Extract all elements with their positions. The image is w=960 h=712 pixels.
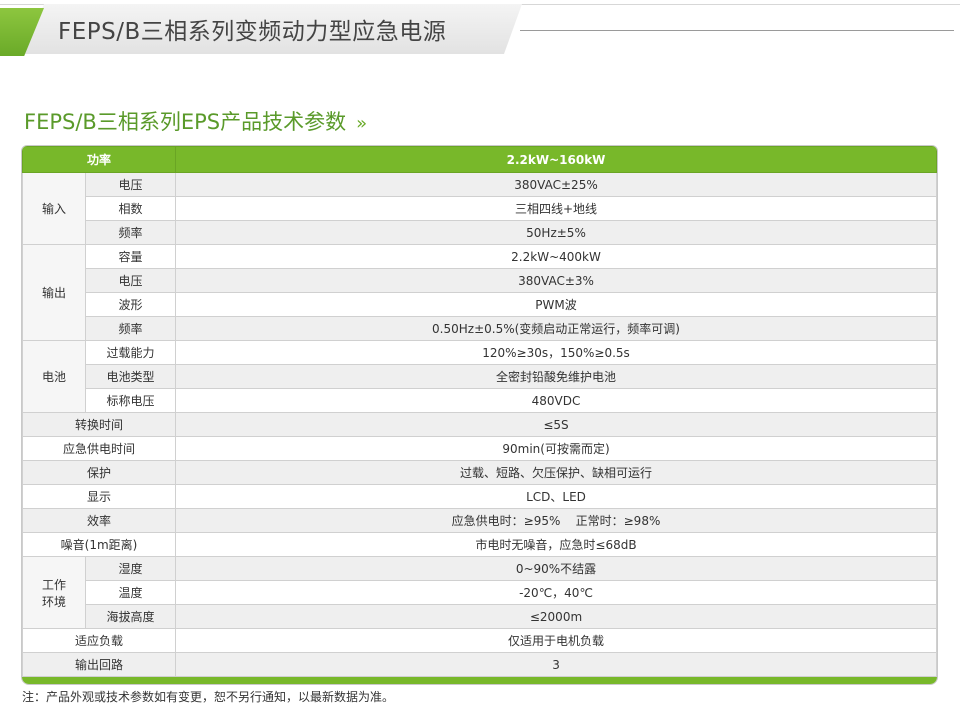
footnote: 注：产品外观或技术参数如有变更，恕不另行通知，以最新数据为准。 [22,690,395,704]
table-row: 相数 三相四线+地线 [23,196,937,221]
group-label-line: 工作 [41,577,66,592]
row-label: 转换时间 [22,412,177,437]
row-value: 2.2kW~400kW [175,244,937,269]
row-value: 3 [175,652,937,677]
row-value: ≤5S [175,412,937,437]
table-row: 海拔高度 ≤2000m [23,604,937,629]
row-value: 90min(可按需而定) [175,436,937,461]
row-value: 全密封铅酸免维护电池 [175,364,937,389]
table-row: 应急供电时间 90min(可按需而定) [22,436,937,461]
row-label: 温度 [84,580,177,605]
row-label: 标称电压 [84,388,177,413]
row-value: 380VAC±25% [175,172,937,197]
table-row: 电池类型 全密封铅酸免维护电池 [23,364,937,389]
row-label: 显示 [22,484,177,509]
table-row: 电压 380VAC±3% [23,268,937,293]
row-value: 仅适用于电机负载 [175,628,937,653]
row-label: 应急供电时间 [22,436,177,461]
table-row: 噪音(1m距离) 市电时无噪音，应急时≤68dB [22,532,937,557]
double-chevron-right-icon: » [356,113,368,134]
header-value: 2.2kW~160kW [175,146,937,173]
row-label: 频率 [84,220,177,245]
group-label-output: 输出 [22,244,86,341]
table-bottom-bar [22,677,937,684]
spec-table: 功率 2.2kW~160kW 输入 电压 380VAC±25% 相数 三相四线+… [22,146,937,677]
row-label: 适应负载 [22,628,177,653]
row-label: 电压 [84,172,177,197]
row-label: 容量 [84,244,177,269]
row-value: 市电时无噪音，应急时≤68dB [175,532,937,557]
table-row: 频率 0.50Hz±0.5%(变频启动正常运行，频率可调) [23,316,937,341]
row-label: 频率 [84,316,177,341]
table-row: 适应负载 仅适用于电机负载 [22,628,937,653]
group-label-line: 环境 [41,594,66,609]
row-value: ≤2000m [175,604,937,629]
row-value: 480VDC [175,388,937,413]
table-header-row: 功率 2.2kW~160kW [22,146,937,173]
row-value: 380VAC±3% [175,268,937,293]
table-row: 效率 应急供电时：≥95% 正常时：≥98% [22,508,937,533]
row-label: 效率 [22,508,177,533]
spec-table-container: 功率 2.2kW~160kW 输入 电压 380VAC±25% 相数 三相四线+… [21,145,938,685]
row-value: 应急供电时：≥95% 正常时：≥98% [175,508,937,533]
header-label: 功率 [22,146,177,173]
row-value: 50Hz±5% [175,220,937,245]
row-label: 湿度 [84,556,177,581]
section-title: FEPS/B三相系列EPS产品技术参数 » [24,106,367,136]
row-value: LCD、LED [175,484,937,509]
row-label: 保护 [22,460,177,485]
row-label: 电压 [84,268,177,293]
table-row: 保护 过载、短路、欠压保护、缺相可运行 [22,460,937,485]
table-row: 频率 50Hz±5% [23,220,937,245]
row-label: 噪音(1m距离) [22,532,177,557]
row-label: 过载能力 [84,340,177,365]
row-value: PWM波 [175,292,937,317]
row-label: 输出回路 [22,652,177,677]
header-rule [520,30,954,31]
row-label: 相数 [84,196,177,221]
table-row: 标称电压 480VDC [23,388,937,413]
row-value: 0~90%不结露 [175,556,937,581]
page-title: FEPS/B三相系列变频动力型应急电源 [58,19,447,45]
table-row: 温度 -20℃，40℃ [23,580,937,605]
row-value: -20℃，40℃ [175,580,937,605]
row-label: 电池类型 [84,364,177,389]
table-row: 输出回路 3 [22,652,937,677]
table-row: 输出 容量 2.2kW~400kW [22,244,937,341]
group-label-battery: 电池 [22,340,86,413]
row-value: 0.50Hz±0.5%(变频启动正常运行，频率可调) [175,316,937,341]
row-value: 过载、短路、欠压保护、缺相可运行 [175,460,937,485]
group-label-environment: 工作 环境 [22,556,86,629]
group-label-input: 输入 [22,172,86,245]
row-label: 波形 [84,292,177,317]
row-value: 120%≥30s，150%≥0.5s [175,340,937,365]
row-value: 三相四线+地线 [175,196,937,221]
table-row: 波形 PWM波 [23,292,937,317]
table-row: 转换时间 ≤5S [22,412,937,437]
table-row: 电池 过载能力 120%≥30s，150%≥0.5s [22,340,937,413]
table-row: 工作 环境 湿度 0~90%不结露 [22,556,937,629]
table-row: 输入 电压 380VAC±25% [22,172,937,245]
section-title-text: FEPS/B三相系列EPS产品技术参数 [24,110,347,134]
table-row: 显示 LCD、LED [22,484,937,509]
row-label: 海拔高度 [84,604,177,629]
